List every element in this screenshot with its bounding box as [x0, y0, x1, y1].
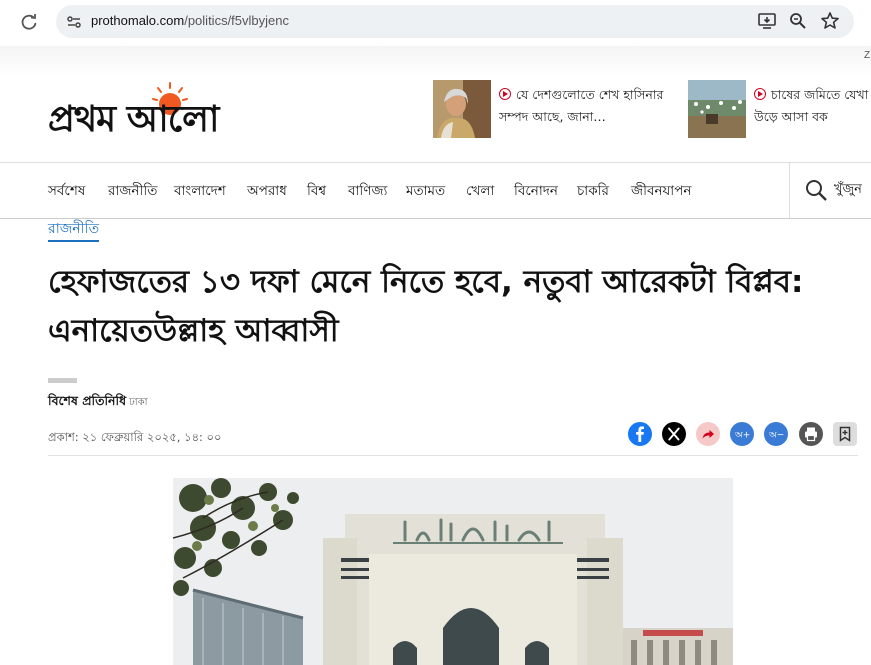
author-divider: [48, 378, 77, 383]
site-logo[interactable]: প্রথম আলো: [48, 78, 298, 140]
search-icon[interactable]: [804, 178, 828, 202]
bookmark-icon[interactable]: [833, 422, 857, 446]
nav-item-lifestyle[interactable]: জীবনযাপন: [631, 180, 691, 203]
url-host: prothomalo.com: [91, 13, 185, 28]
video-play-icon: [754, 88, 766, 100]
news-title: যে দেশগুলোতে শেখ হাসিনার সম্পদ আছে, জানা…: [499, 87, 664, 124]
main-nav: সর্বশেষ রাজনীতি বাংলাদেশ অপরাধ বিশ্ব বাণ…: [0, 162, 871, 219]
nav-item-entertainment[interactable]: বিনোদন: [514, 180, 558, 203]
browser-toolbar: prothomalo.com/politics/f5vlbyjenc: [0, 0, 871, 48]
nav-item-crime[interactable]: অপরাধ: [247, 180, 287, 203]
nav-item-bangladesh[interactable]: বাংলাদেশ: [174, 180, 226, 203]
nav-item-opinion[interactable]: মতামত: [406, 180, 445, 203]
bookmark-star-icon[interactable]: [820, 11, 840, 31]
article-headline: হেফাজতের ১৩ দফা মেনে নিতে হবে, নতুবা আরে…: [48, 264, 804, 349]
video-play-icon: [499, 88, 511, 100]
facebook-icon[interactable]: [628, 422, 652, 446]
url-text[interactable]: prothomalo.com/politics/f5vlbyjenc: [91, 13, 289, 28]
author-name[interactable]: বিশেষ প্রতিনিধি: [48, 393, 126, 408]
nav-item-jobs[interactable]: চাকরি: [577, 180, 609, 203]
news-thumbnail: [688, 80, 746, 138]
x-icon[interactable]: [662, 422, 686, 446]
font-decrease-icon[interactable]: অ−: [764, 422, 788, 446]
author-line: বিশেষ প্রতিনিধি ঢাকা: [48, 393, 148, 413]
font-increase-icon[interactable]: অ+: [730, 422, 754, 446]
extension-hint: Z: [864, 50, 871, 61]
share-icon[interactable]: [696, 422, 720, 446]
section-tag[interactable]: রাজনীতি: [48, 219, 100, 242]
blurred-tab-strip: [0, 46, 871, 76]
nav-item-world[interactable]: বিশ্ব: [307, 180, 326, 203]
svg-text:অ+: অ+: [734, 431, 750, 441]
search-label[interactable]: খুঁজুন: [834, 180, 862, 201]
url-path: /politics/f5vlbyjenc: [184, 13, 289, 28]
zoom-icon[interactable]: [788, 11, 808, 31]
reload-icon[interactable]: [19, 12, 39, 32]
svg-text:অ−: অ−: [768, 431, 784, 441]
lead-photo: [173, 478, 733, 665]
install-app-icon[interactable]: [757, 11, 777, 31]
logo-text: প্রথম আলো: [48, 99, 219, 140]
news-title: চাষের জমিতে যেখা বেড়েছে উড়ে আসা বক: [754, 87, 871, 124]
author-location: ঢাকা: [129, 397, 148, 408]
masthead: প্রথম আলো যে দেশগুলোতে শেখ হাসিনার সম্পদ…: [0, 76, 871, 163]
published-date: প্রকাশ: ২১ ফেব্রুয়ারি ২০২৫, ১৪: ০০: [48, 430, 222, 444]
nav-item-latest[interactable]: সর্বশেষ: [48, 180, 85, 203]
nav-item-sports[interactable]: খেলা: [466, 180, 494, 203]
nav-divider: [789, 162, 790, 218]
nav-item-business[interactable]: বাণিজ্য: [348, 180, 387, 203]
site-info-icon[interactable]: [64, 12, 84, 32]
header-divider: [48, 455, 858, 456]
nav-item-politics[interactable]: রাজনীতি: [108, 180, 157, 203]
print-icon[interactable]: [799, 422, 823, 446]
news-thumbnail: [433, 80, 491, 138]
